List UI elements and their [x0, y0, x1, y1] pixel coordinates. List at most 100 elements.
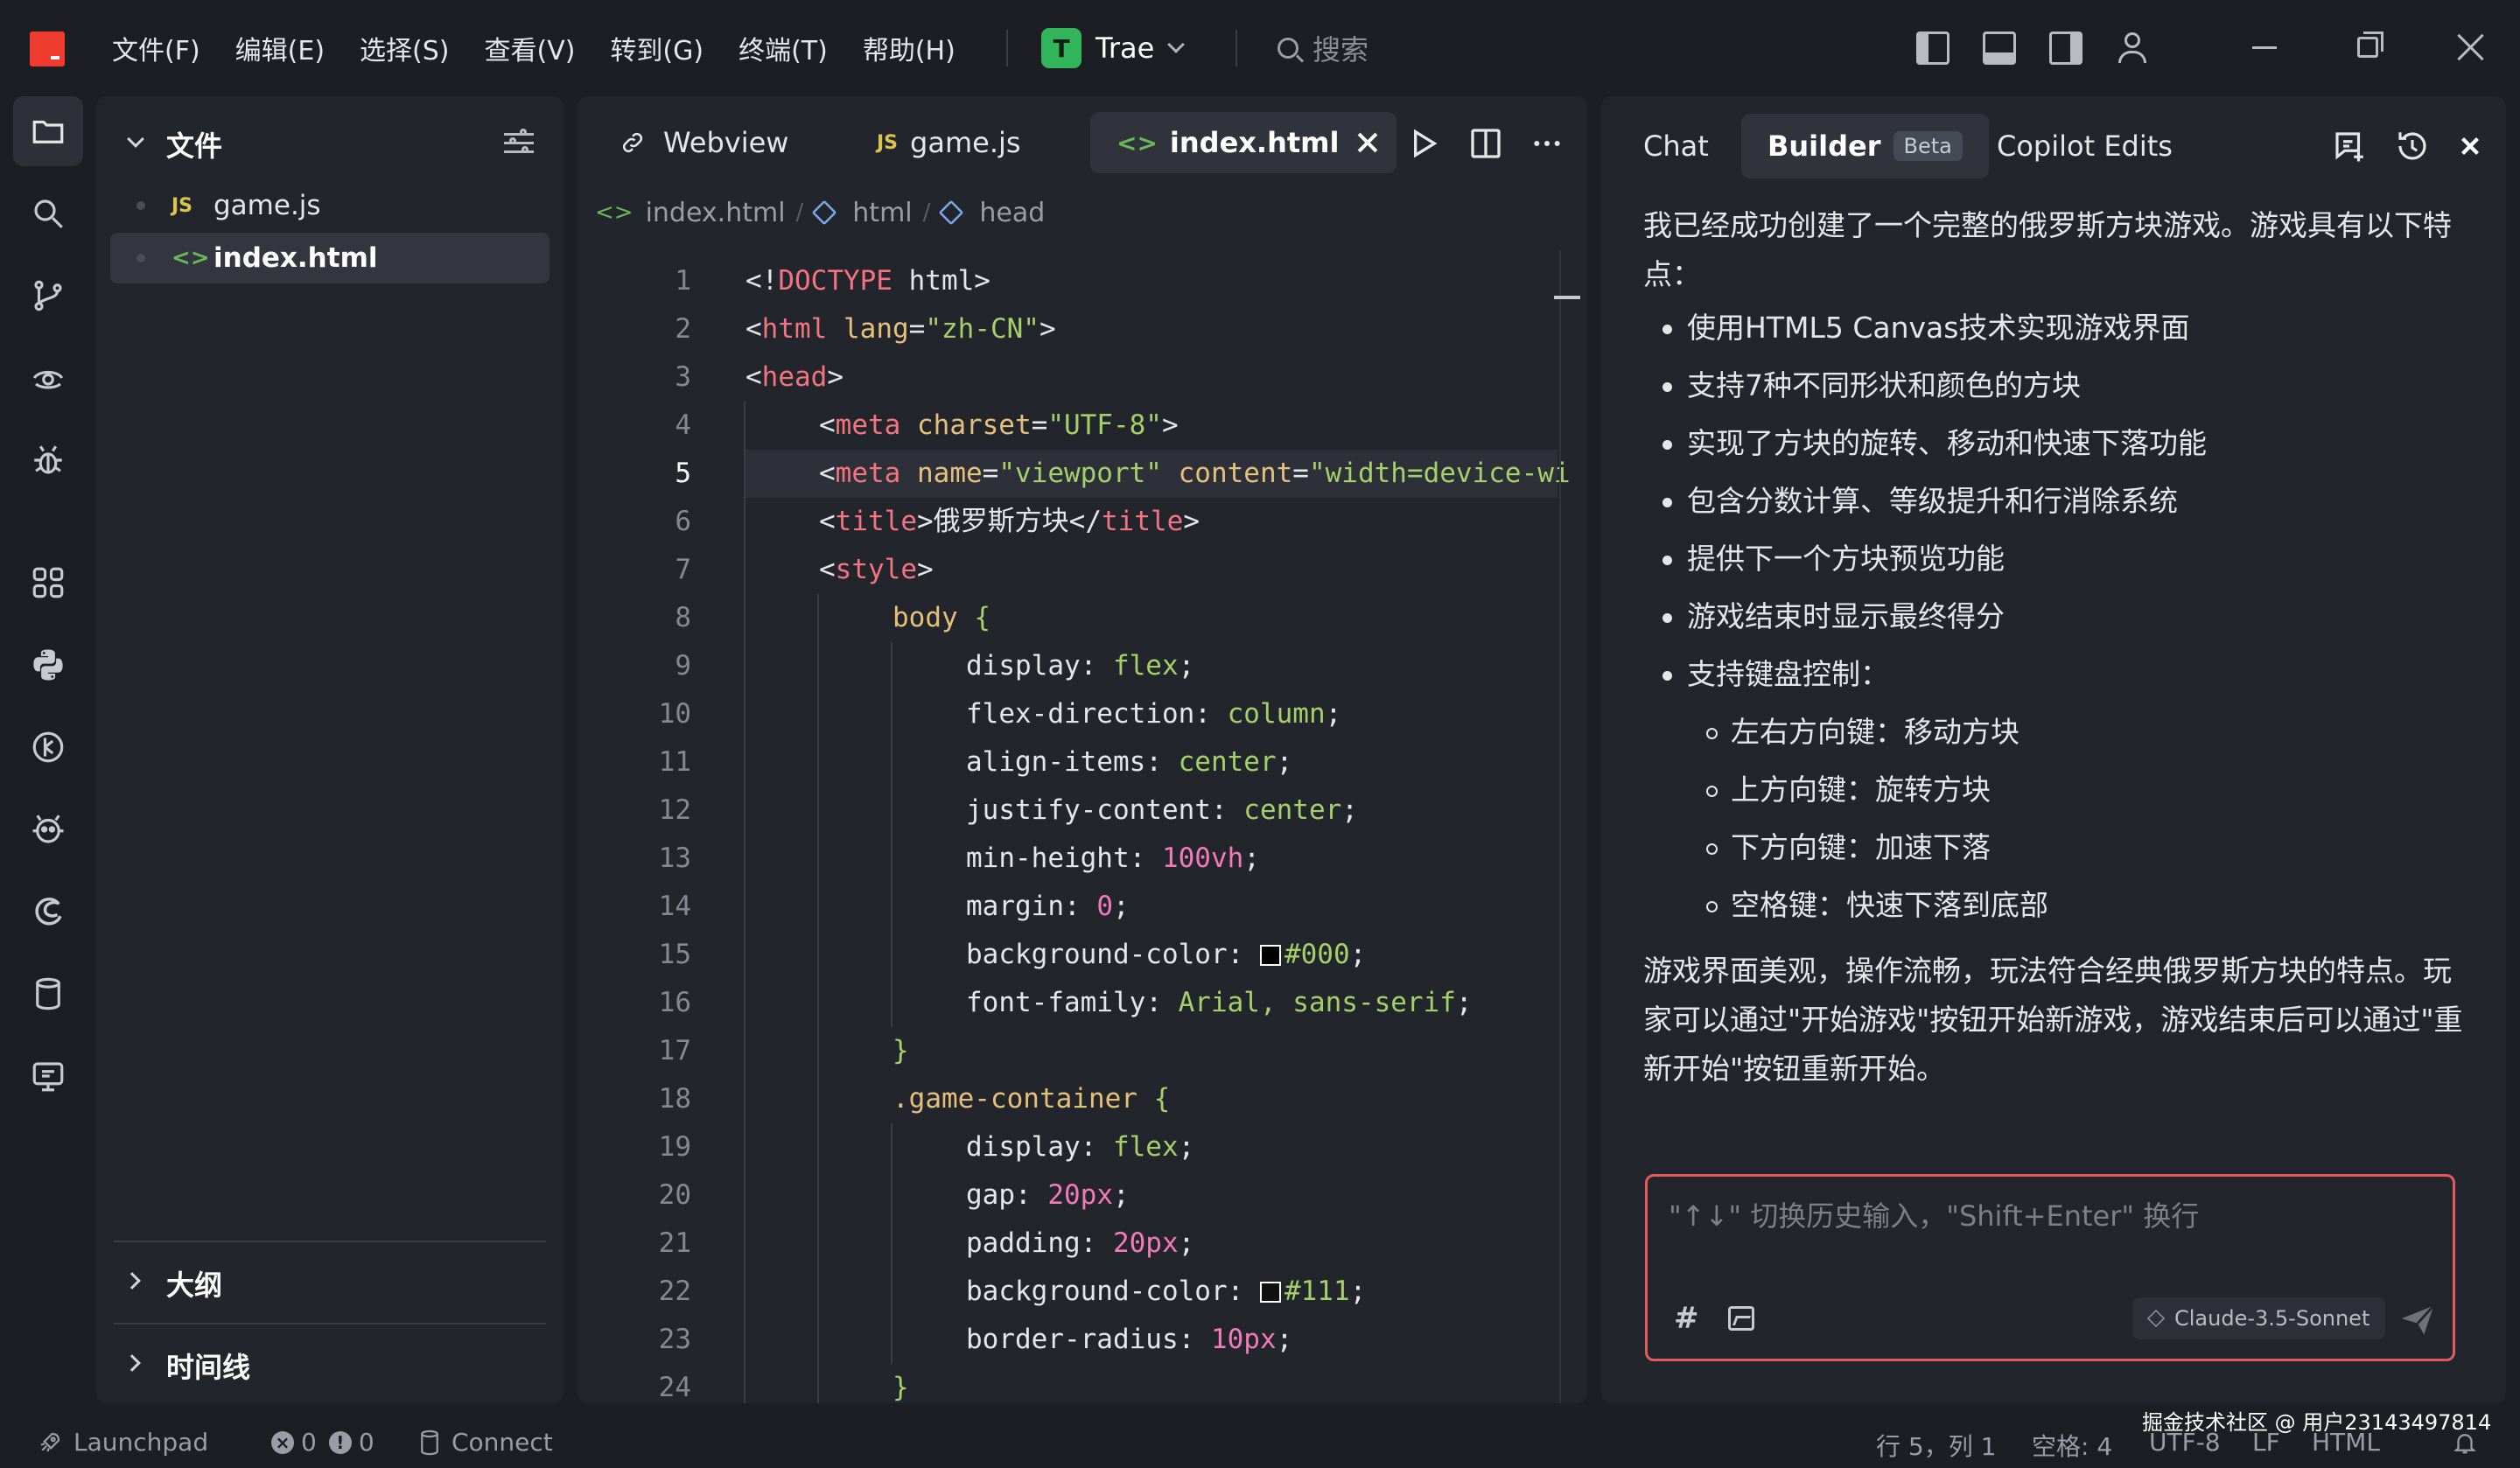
explorer-icon[interactable] [13, 96, 83, 166]
cursor-position[interactable]: 行 5，列 1 [1876, 1428, 1996, 1463]
toggle-secondary-sidebar-icon[interactable] [2049, 31, 2082, 65]
chat-input-placeholder[interactable]: "↑↓" 切换历史输入，"Shift+Enter" 换行 [1669, 1194, 2199, 1234]
close-window-button[interactable] [2455, 31, 2487, 63]
color-swatch[interactable] [1259, 1282, 1281, 1303]
source-control-icon[interactable] [13, 261, 83, 331]
search-icon[interactable] [13, 178, 83, 248]
account-icon[interactable] [2116, 31, 2149, 65]
toggle-primary-sidebar-icon[interactable] [1916, 31, 1950, 65]
explorer-settings-icon[interactable] [504, 128, 534, 157]
code-line[interactable]: 7 <style> [578, 546, 1587, 594]
remote-explorer-icon[interactable] [13, 1041, 83, 1111]
code-line[interactable]: 10 flex-direction: column; [578, 690, 1587, 738]
warning-count: 0 [358, 1428, 374, 1457]
code-line[interactable]: 3 <head> [578, 353, 1587, 402]
error-icon: × [271, 1430, 294, 1454]
launchpad-button[interactable]: Launchpad [37, 1428, 208, 1457]
more-actions-icon[interactable] [1530, 126, 1564, 161]
menu-edit[interactable]: 编辑(E) [235, 29, 325, 67]
code-line[interactable]: 9 display: flex; [578, 642, 1587, 690]
code-line[interactable]: 22 background-color: #111; [578, 1268, 1587, 1316]
code-line[interactable]: 24} [578, 1364, 1587, 1403]
python-icon[interactable] [13, 630, 83, 700]
code-text: <style> [819, 546, 934, 594]
model-selector[interactable]: Claude-3.5-Sonnet [2132, 1297, 2386, 1339]
code-line[interactable]: 13 min-height: 100vh; [578, 835, 1587, 883]
chat-input-box[interactable]: "↑↓" 切换历史输入，"Shift+Enter" 换行 # Claude-3.… [1645, 1174, 2455, 1361]
file-game-js[interactable]: JS game.js [110, 180, 550, 231]
code-line[interactable]: 21 padding: 20px; [578, 1220, 1587, 1268]
problems-indicator[interactable]: × 0 ! 0 [271, 1428, 374, 1457]
outline-section-header[interactable]: 大纲 [96, 1255, 564, 1307]
context-hash-icon[interactable]: # [1674, 1301, 1699, 1336]
code-line[interactable]: 19 display: flex; [578, 1123, 1587, 1171]
tab-copilot-edits[interactable]: Copilot Edits [1997, 114, 2173, 178]
send-icon[interactable] [2398, 1301, 2437, 1339]
indentation[interactable]: 空格: 4 [2032, 1428, 2112, 1463]
tab-chat[interactable]: Chat [1643, 114, 1709, 178]
code-line[interactable]: 8 body { [578, 594, 1587, 642]
code-token: title [1102, 506, 1184, 537]
code-editor[interactable]: 1 <!DOCTYPE html> 2 <html lang="zh-CN"> 3 <he… [578, 250, 1587, 1403]
code-line[interactable]: 14 margin: 0; [578, 883, 1587, 931]
command-search[interactable]: 搜索 [1278, 26, 1368, 70]
toggle-panel-icon[interactable] [1983, 31, 2016, 65]
code-line[interactable]: 18 .game-container { [578, 1075, 1587, 1123]
bug-icon[interactable] [13, 425, 83, 495]
menu-terminal[interactable]: 终端(T) [738, 29, 828, 67]
code-line[interactable]: 5 <meta name="viewport" content="width=de… [578, 450, 1587, 498]
restore-button[interactable] [2357, 31, 2384, 58]
breadcrumb-file[interactable]: index.html [646, 198, 786, 228]
code-line[interactable]: 15 background-color: #000; [578, 931, 1587, 979]
minimize-button[interactable] [2252, 46, 2277, 49]
run-debug-icon[interactable] [13, 343, 83, 413]
code-line[interactable]: 6 <title>俄罗斯方块</title> [578, 498, 1587, 546]
code-text: <title>俄罗斯方块</title> [819, 498, 1200, 546]
mascot-icon[interactable] [13, 794, 83, 864]
tab-game-js[interactable]: JS game.js [858, 112, 1040, 173]
menu-file[interactable]: 文件(F) [112, 29, 200, 67]
timeline-graph-icon[interactable] [13, 712, 83, 782]
history-icon[interactable] [2394, 128, 2431, 164]
menu-selection[interactable]: 选择(S) [360, 29, 449, 67]
close-panel-icon[interactable] [2455, 131, 2485, 161]
code-line[interactable]: 1 <!DOCTYPE html> [578, 257, 1587, 305]
new-chat-icon[interactable] [2331, 128, 2368, 164]
menu-help[interactable]: 帮助(H) [863, 29, 956, 67]
code-text: align-items: center; [966, 738, 1292, 786]
code-line[interactable]: 17} [578, 1027, 1587, 1075]
tab-index-html[interactable]: <> index.html [1090, 112, 1397, 173]
code-line[interactable]: 11 align-items: center; [578, 738, 1587, 786]
close-tab-icon[interactable] [1358, 133, 1377, 152]
tab-builder[interactable]: Builder Beta [1741, 114, 1989, 178]
code-line[interactable]: 12 justify-content: center; [578, 786, 1587, 835]
color-swatch[interactable] [1259, 945, 1281, 966]
file-index-html[interactable]: <> index.html [110, 233, 550, 283]
menu-go[interactable]: 转到(G) [610, 29, 704, 67]
code-line[interactable]: 23 border-radius: 10px; [578, 1316, 1587, 1364]
timeline-section-header[interactable]: 时间线 [96, 1337, 564, 1389]
workspace-switcher[interactable]: T Trae [1041, 26, 1186, 70]
breadcrumb-head[interactable]: head [979, 198, 1045, 228]
menu-view[interactable]: 查看(V) [485, 29, 576, 67]
code-line[interactable]: 2 <html lang="zh-CN"> [578, 305, 1587, 353]
breadcrumb-html[interactable]: html [852, 198, 912, 228]
editor-scrollbar[interactable] [1559, 250, 1561, 1403]
code-line[interactable]: 16 font-family: Arial, sans-serif; [578, 979, 1587, 1027]
split-editor-icon[interactable] [1468, 126, 1503, 161]
tab-webview[interactable]: Webview [602, 112, 808, 173]
code-token: < [819, 458, 836, 489]
database-icon[interactable] [13, 959, 83, 1029]
code-line[interactable]: 20 gap: 20px; [578, 1171, 1587, 1220]
explorer-header[interactable]: 文件 [96, 121, 564, 164]
scrollbar-thumb[interactable] [1554, 296, 1580, 299]
code-token: 20px [1047, 1179, 1113, 1211]
extensions-icon[interactable] [13, 548, 83, 618]
code-token: margin [966, 891, 1064, 922]
run-icon[interactable] [1405, 126, 1440, 161]
code-line[interactable]: 4 <meta charset="UTF-8"> [578, 402, 1587, 450]
image-upload-icon[interactable] [1728, 1306, 1754, 1331]
connect-button[interactable]: Connect [418, 1428, 553, 1457]
trae-ide-window: 文件(F) 编辑(E) 选择(S) 查看(V) 转到(G) 终端(T) 帮助(H… [0, 0, 2520, 1468]
edge-browser-icon[interactable] [13, 877, 83, 947]
